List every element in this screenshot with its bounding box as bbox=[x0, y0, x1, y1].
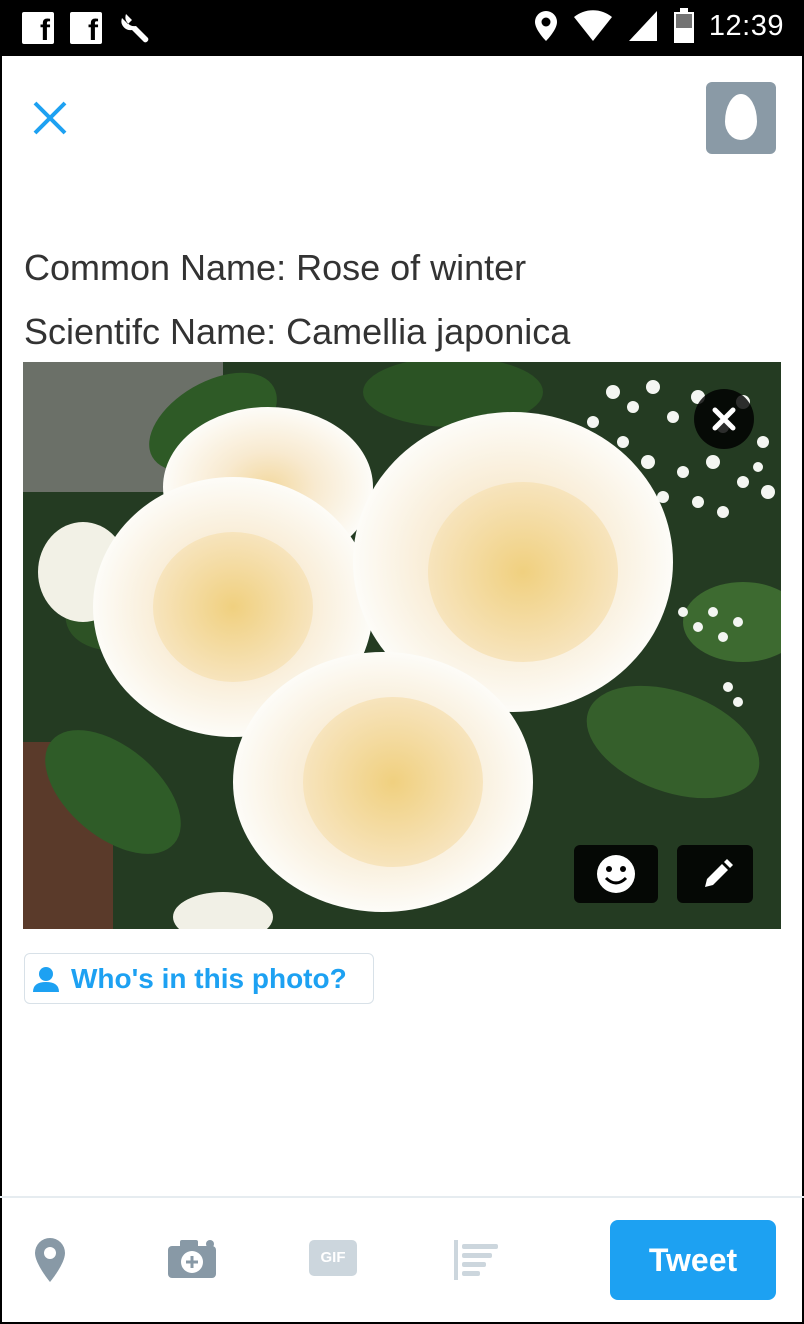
tweet-text-input[interactable]: Common Name: Rose of winter Scientifc Na… bbox=[24, 236, 784, 364]
tag-people-button[interactable]: Who's in this photo? bbox=[24, 953, 374, 1004]
edit-photo-button[interactable] bbox=[677, 845, 753, 903]
facebook-icon: f bbox=[22, 12, 54, 46]
tweet-text-line: Common Name: Rose of winter bbox=[24, 247, 527, 288]
attached-photo[interactable] bbox=[23, 362, 781, 929]
cell-signal-icon bbox=[628, 11, 657, 41]
gif-button[interactable]: GIF bbox=[309, 1240, 357, 1276]
flower-photo-image bbox=[23, 362, 781, 929]
close-icon bbox=[33, 101, 67, 135]
gif-label: GIF bbox=[320, 1249, 346, 1266]
add-sticker-button[interactable] bbox=[574, 845, 658, 903]
toolbar-divider bbox=[0, 1196, 804, 1198]
camera-icon[interactable] bbox=[166, 1238, 218, 1280]
close-compose-button[interactable] bbox=[28, 96, 72, 140]
wifi-icon bbox=[573, 10, 612, 42]
tag-people-label: Who's in this photo? bbox=[71, 963, 347, 994]
system-icons: 12:39 bbox=[533, 8, 784, 44]
default-egg-avatar-icon bbox=[725, 94, 757, 140]
avatar[interactable] bbox=[706, 82, 776, 154]
person-icon bbox=[33, 967, 59, 992]
status-bar: f f 12:39 bbox=[0, 0, 804, 56]
remove-photo-button[interactable] bbox=[694, 389, 754, 449]
notification-icons: f f bbox=[22, 10, 154, 46]
poll-icon[interactable] bbox=[452, 1240, 502, 1280]
tweet-text-line: Scientifc Name: Camellia japonica bbox=[24, 311, 571, 352]
facebook-icon: f bbox=[70, 12, 102, 46]
clock: 12:39 bbox=[708, 9, 784, 42]
sticker-icon bbox=[597, 855, 635, 893]
location-icon bbox=[534, 11, 557, 41]
remove-photo-icon bbox=[712, 407, 736, 431]
battery-icon bbox=[673, 8, 694, 43]
edit-pencil-icon bbox=[705, 859, 733, 887]
wrench-icon bbox=[121, 14, 149, 43]
location-pin-icon[interactable] bbox=[32, 1236, 68, 1284]
tweet-button[interactable]: Tweet bbox=[610, 1220, 776, 1300]
